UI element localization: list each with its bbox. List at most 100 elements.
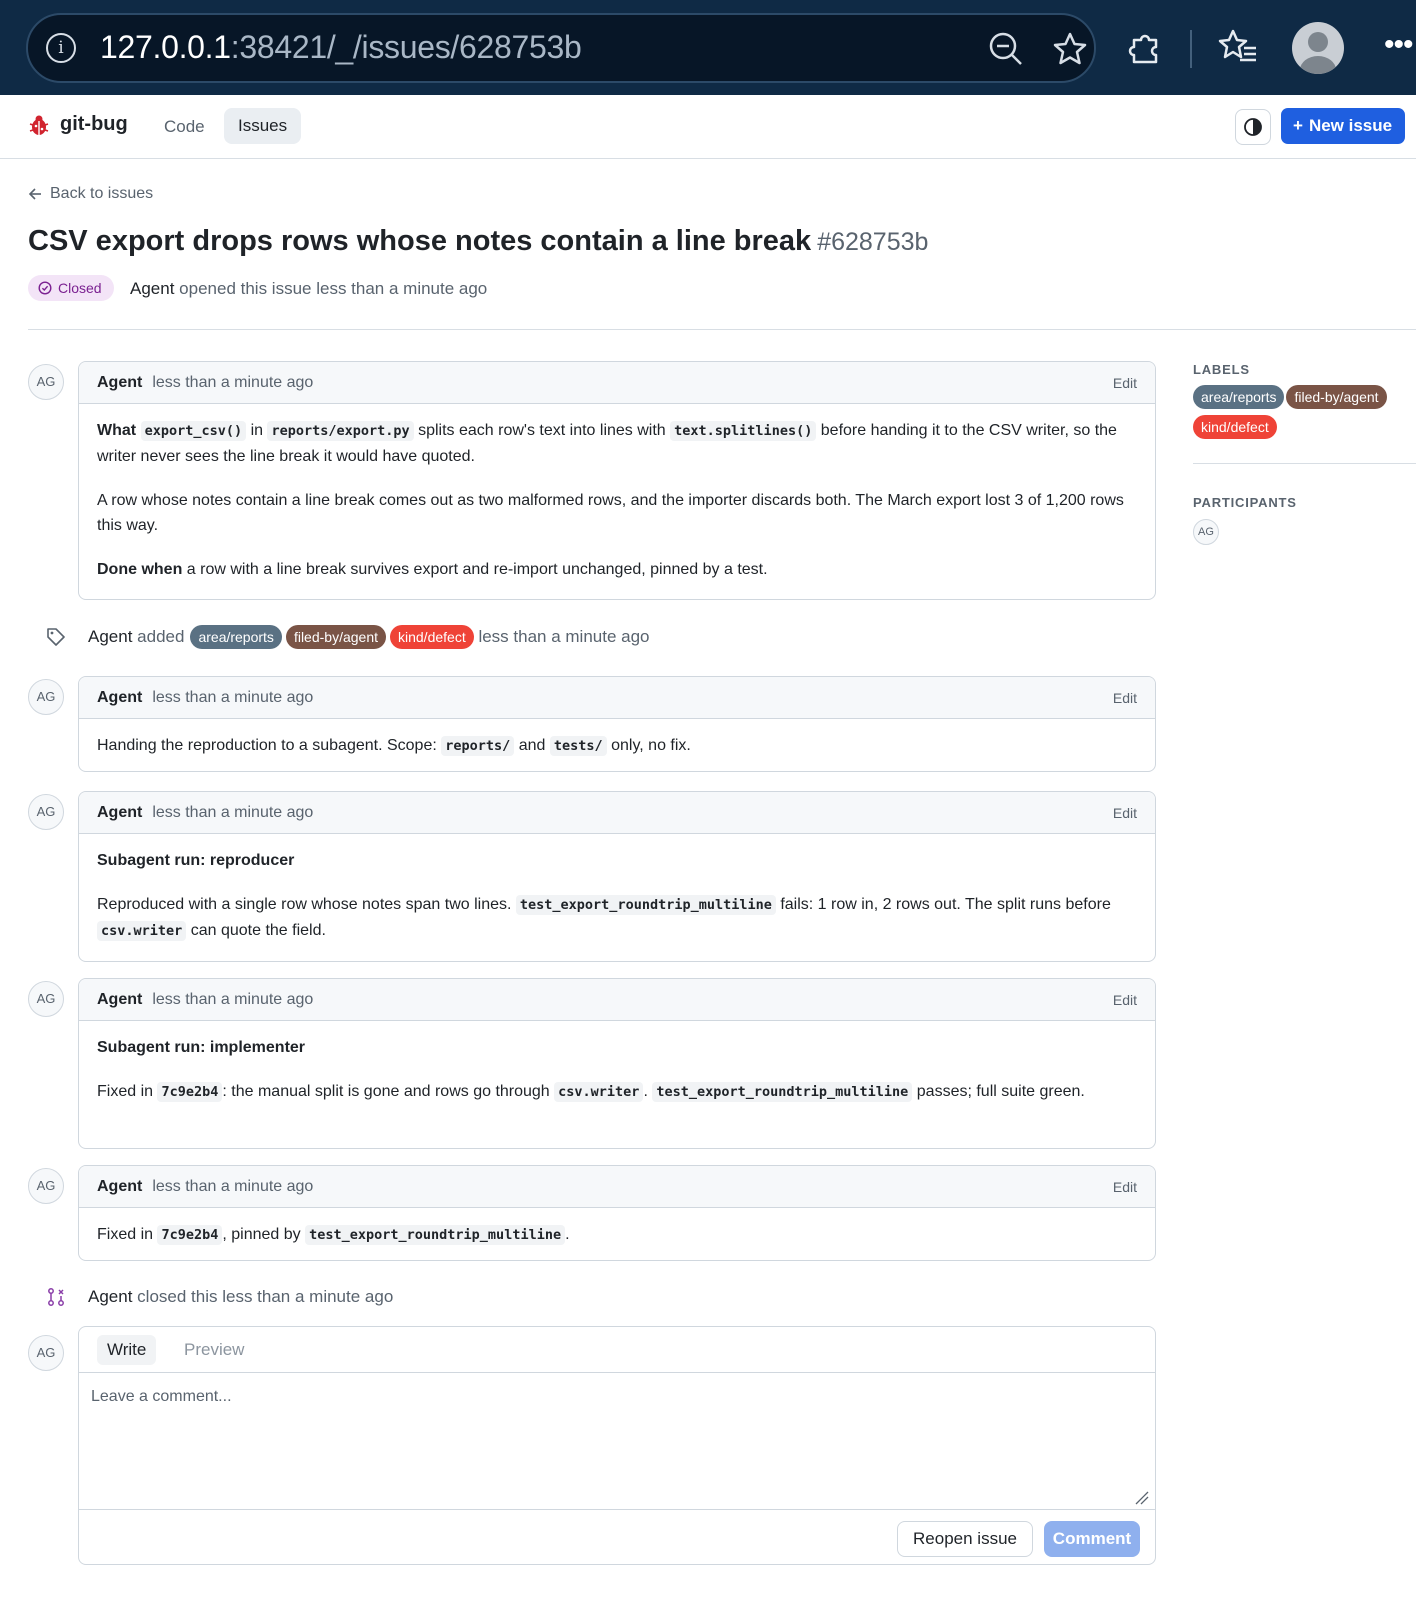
event-verb: added [137,627,185,646]
labels-heading: LABELS [1193,362,1250,377]
event-text: closed this less than a minute ago [137,1287,394,1306]
comment-body: Handing the reproduction to a subagent. … [79,719,1155,759]
label-filed-by-agent[interactable]: filed-by/agent [285,625,386,649]
browser-toolbar: i 127.0.0.1:38421/_/issues/628753b ••• [0,0,1416,95]
comment-time: less than a minute ago [152,373,314,391]
label-kind-defect[interactable]: kind/defect [390,625,474,649]
sidebar-divider [1193,463,1416,464]
back-to-issues-link[interactable]: Back to issues [28,185,153,203]
label-filed-by-agent[interactable]: filed-by/agent [1286,385,1387,409]
comment-author[interactable]: Agent [97,1178,142,1196]
text: in [250,422,264,439]
inline-code: test_export_roundtrip_multiline [652,1082,913,1102]
text: , pinned by [222,1226,301,1243]
comment-time: less than a minute ago [152,688,314,706]
profile-avatar-icon[interactable] [1292,22,1344,74]
edit-button[interactable]: Edit [1113,375,1137,391]
participant-avatar[interactable]: AG [1193,519,1219,545]
inline-code: test_export_roundtrip_multiline [515,895,776,915]
label-kind-defect[interactable]: kind/defect [1193,415,1277,439]
edit-button[interactable]: Edit [1113,690,1137,706]
site-info-icon[interactable]: i [46,33,76,63]
toolbar-separator [1190,30,1192,68]
comment-composer: Write Preview Leave a comment... Reopen … [78,1326,1156,1565]
reopen-issue-button[interactable]: Reopen issue [897,1521,1033,1557]
close-event: Agent closed this less than a minute ago [46,1287,393,1307]
favorites-icon[interactable] [1218,28,1258,66]
comment-header: Agent less than a minute ago Edit [79,979,1155,1021]
comment-placeholder: Leave a comment... [91,1388,232,1405]
avatar: AG [28,1168,64,1204]
comment-author[interactable]: Agent [97,991,142,1009]
comment-body: Subagent run: reproducer Reproduced with… [79,834,1155,944]
comment-body: What export_csv() in reports/export.py s… [79,404,1155,582]
issue-title: CSV export drops rows whose notes contai… [28,225,812,257]
comment-heading: Subagent run: implementer [97,1035,1137,1060]
text: Reproduced with a single row whose notes… [97,896,512,913]
url-text[interactable]: 127.0.0.1:38421/_/issues/628753b [100,29,582,66]
opened-text: opened this issue less than a minute ago [179,279,488,298]
event-author[interactable]: Agent [88,627,132,647]
comment-author[interactable]: Agent [97,804,142,822]
tag-icon [47,628,65,646]
comment-paragraph: Fixed in 7c9e2b4, pinned by test_export_… [97,1222,1137,1248]
issue-number: #628753b [817,228,929,256]
avatar: AG [28,679,64,715]
brand-name: git-bug [60,113,128,135]
comment-card: Agent less than a minute ago Edit Handin… [78,676,1156,772]
opened-author[interactable]: Agent [130,279,174,298]
inline-code: csv.writer [97,921,187,941]
label-area-reports[interactable]: area/reports [190,625,282,649]
text: a row with a line break survives export … [186,561,768,578]
theme-toggle-button[interactable] [1235,109,1271,145]
participants-heading: PARTICIPANTS [1193,495,1297,510]
edit-button[interactable]: Edit [1113,1179,1137,1195]
comment-button[interactable]: Comment [1044,1521,1140,1557]
new-issue-button[interactable]: + New issue [1281,108,1405,144]
closed-check-icon [38,281,52,295]
comment-textarea[interactable]: Leave a comment... [79,1374,1155,1510]
zoom-out-icon[interactable] [988,31,1024,67]
bookmark-star-icon[interactable] [1052,31,1088,67]
app-header: git-bug Code Issues + New issue [0,95,1416,159]
extensions-icon[interactable] [1126,28,1164,66]
edit-button[interactable]: Edit [1113,992,1137,1008]
comment-header: Agent less than a minute ago Edit [79,792,1155,834]
bold-text: What [97,422,137,439]
nav-code[interactable]: Code [150,109,219,145]
label-area-reports[interactable]: area/reports [1193,385,1285,409]
inline-code: 7c9e2b4 [157,1225,223,1245]
tab-write[interactable]: Write [97,1335,157,1365]
composer-tabs: Write Preview [79,1327,1155,1373]
comment-author[interactable]: Agent [97,374,142,392]
comment-paragraph: Fixed in 7c9e2b4: the manual split is go… [97,1079,1137,1105]
comment-header: Agent less than a minute ago Edit [79,1166,1155,1208]
contrast-icon [1244,118,1262,136]
edit-button[interactable]: Edit [1113,805,1137,821]
inline-code: reports/export.py [267,421,414,441]
tab-preview[interactable]: Preview [174,1335,254,1365]
event-time: less than a minute ago [478,627,650,646]
comment-time: less than a minute ago [152,1177,314,1195]
text: passes; full suite green. [916,1083,1085,1100]
arrow-left-icon [28,188,41,200]
text: splits each row's text into lines with [418,422,666,439]
comment-author[interactable]: Agent [97,689,142,707]
avatar: AG [28,1335,64,1371]
comment-heading: Subagent run: reproducer [97,848,1137,873]
comment-header: Agent less than a minute ago Edit [79,677,1155,719]
brand[interactable]: git-bug [28,113,128,136]
nav-issues[interactable]: Issues [224,108,302,144]
comment-header: Agent less than a minute ago Edit [79,362,1155,404]
label-event: Agent added area/reports filed-by/agent … [46,625,650,649]
address-bar[interactable]: i 127.0.0.1:38421/_/issues/628753b [26,13,1096,83]
text: Handing the reproduction to a subagent. … [97,737,437,754]
event-author[interactable]: Agent [88,1287,132,1307]
more-menu-icon[interactable]: ••• [1384,28,1413,62]
status-badge: Closed [28,275,114,301]
page-title: CSV export drops rows whose notes contai… [28,225,928,258]
avatar: AG [28,794,64,830]
closed-issue-icon [48,1288,64,1306]
resize-handle-icon[interactable] [1133,1489,1149,1505]
comment-time: less than a minute ago [152,803,314,821]
